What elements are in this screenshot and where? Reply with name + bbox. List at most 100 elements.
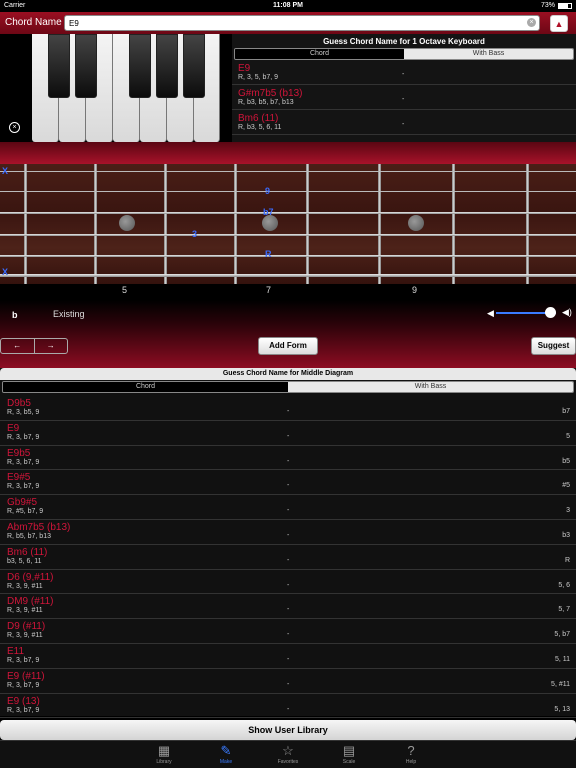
tab-bar: ▦ Library ✎ Make ☆ Favorites ▤ Scale ? H… [0,740,576,768]
middle-guess-segment: Chord With Bass [2,381,574,393]
tab-label: Make [219,759,233,765]
status-bar: Carrier 11:08 PM 73% [0,0,576,12]
list-item[interactable]: Gb9#5 R, #5, b7, 9 - 3 [0,495,576,520]
fret-wire [24,164,27,284]
chord-name: Abm7b5 (b13) [7,521,71,533]
chord-name: G#m7b5 (b13) [238,88,303,99]
middle-guess-panel: Guess Chord Name for Middle Diagram Chor… [0,368,576,719]
suggest-button[interactable]: Suggest [531,337,576,355]
tab-favorites[interactable]: ☆ Favorites [266,743,310,765]
existing-label[interactable]: Existing [53,309,85,319]
guitar-string [0,191,576,192]
tab-with-bass[interactable]: With Bass [288,382,573,392]
fret-wire [94,164,97,284]
tab-scale[interactable]: ▤ Scale [327,743,371,765]
chord-formula: R, 3, b5, 9 [7,409,40,416]
fret-note[interactable]: R [265,249,272,259]
list-item[interactable]: Abm7b5 (b13) R, b5, b7, b13 - b3 [0,520,576,545]
list-item[interactable]: DM9 (#11) R, 3, 9, #11 - 5, 7 [0,594,576,620]
chord-name: E9 [238,63,251,74]
chord-name: Bm6 (11) [7,546,48,558]
muted-string-marker[interactable]: X [2,166,8,176]
guitar-string [0,212,576,214]
chord-dash: - [287,531,290,539]
list-item[interactable]: E9#5 R, 3, b7, 9 - #5 [0,470,576,496]
battery-percent: 73% [540,2,555,9]
list-item[interactable]: Bm6 (11) R, b3, 5, 6, 11 - [232,110,576,135]
list-item[interactable]: E9b5 R, 3, b7, 9 - b5 [0,446,576,471]
piano-black-key[interactable] [183,34,205,98]
speaker-low-icon: ◀ [487,308,494,318]
fret-note[interactable]: 9 [265,186,270,196]
chord-formula: R, 3, b7, 9 [7,656,40,664]
chord-dash: - [287,457,290,465]
bass-note: 5 [566,432,570,440]
list-item[interactable]: D6 (9,#11) R, 3, 9, #11 - 5, 6 [0,570,576,595]
bass-note: 5, b7 [554,631,570,639]
clear-input-icon[interactable]: × [527,18,536,27]
guitar-fretboard[interactable]: X X 9 b7 3 R [0,164,576,284]
piano-roll-icon: ▦ [157,743,171,758]
chord-formula: R, 3, b7, 9 [7,681,40,689]
chord-dash: - [287,556,290,564]
battery-icon [558,2,572,9]
chord-dash: - [402,71,405,78]
fret-wire [234,164,237,284]
tab-help[interactable]: ? Help [389,743,433,765]
chord-name-input[interactable]: E9 [64,15,540,31]
show-user-library-button[interactable]: Show User Library [0,720,576,740]
volume-slider-knob[interactable] [545,307,556,318]
list-item[interactable]: Bm6 (11) b3, 5, 6, 11 - R [0,545,576,570]
fret-marker-dot [408,215,424,231]
list-item[interactable]: E9 R, 3, b7, 9 - 5 [0,421,576,446]
piano-black-key[interactable] [75,34,97,98]
add-form-button[interactable]: Add Form [258,337,318,355]
tab-chord[interactable]: Chord [3,382,288,392]
list-item[interactable]: D9b5 R, 3, b5, 9 - b7 [0,396,576,421]
tab-chord[interactable]: Chord [235,49,404,59]
list-item[interactable]: D9 (#11) R, 3, 9, #11 - 5, b7 [0,619,576,644]
app: Carrier 11:08 PM 73% Chord Name E9 × ▲ ×… [0,0,576,768]
tab-label: Help [405,759,417,765]
tab-make[interactable]: ✎ Make [204,743,248,765]
chord-formula: R, 3, 5, b7, 9 [238,74,279,81]
muted-string-marker[interactable]: X [2,267,8,277]
keyboard-guess-segment: Chord With Bass [234,48,574,60]
pencil-icon: ✎ [220,743,232,758]
piano-black-key[interactable] [48,34,70,98]
list-item[interactable]: E11 R, 3, b7, 9 - 5, 11 [0,644,576,669]
chord-formula: R, 3, 9, #11 [7,632,43,640]
bass-note: 3 [566,507,570,515]
fret-marker-dot [262,215,278,231]
chord-dash: - [287,680,290,688]
list-item[interactable]: G#m7b5 (b13) R, b3, b5, b7, b13 - [232,85,576,110]
tab-library[interactable]: ▦ Library [142,743,186,765]
fret-note[interactable]: b7 [263,207,274,217]
speaker-high-icon: ◀) [562,307,572,317]
chord-dash: - [287,581,290,589]
bass-note: b3 [562,531,570,539]
chord-name: E9 (13) [7,695,40,707]
guitar-string [0,171,576,172]
chord-name: E11 [7,645,25,657]
piano-black-key[interactable] [156,34,178,98]
piano-black-key[interactable] [129,34,151,98]
list-item[interactable]: E9 (#11) R, 3, b7, 9 - 5, #11 [0,669,576,694]
chord-dash: - [287,507,290,515]
next-arrow-button[interactable]: → [33,339,68,353]
triangle-up-icon[interactable]: ▲ [550,15,568,32]
prev-arrow-button[interactable]: ← [1,339,34,353]
fret-note[interactable]: 3 [192,229,197,239]
chord-dash: - [287,606,290,614]
close-circle-icon[interactable]: × [9,122,20,133]
chord-formula: b3, 5, 6, 11 [7,557,42,565]
chord-name: DM9 (#11) [7,596,54,608]
list-item[interactable]: E9 (13) R, 3, b7, 9 - 5, 13 [0,694,576,719]
tab-label: Favorites [277,759,299,765]
bass-note: 5, 13 [554,705,570,713]
list-item[interactable]: E9 R, 3, 5, b7, 9 - [232,60,576,85]
chord-name: E9 [7,422,20,434]
tab-with-bass[interactable]: With Bass [404,49,573,59]
fret-wire [526,164,529,284]
flat-toggle[interactable]: b [12,310,18,320]
